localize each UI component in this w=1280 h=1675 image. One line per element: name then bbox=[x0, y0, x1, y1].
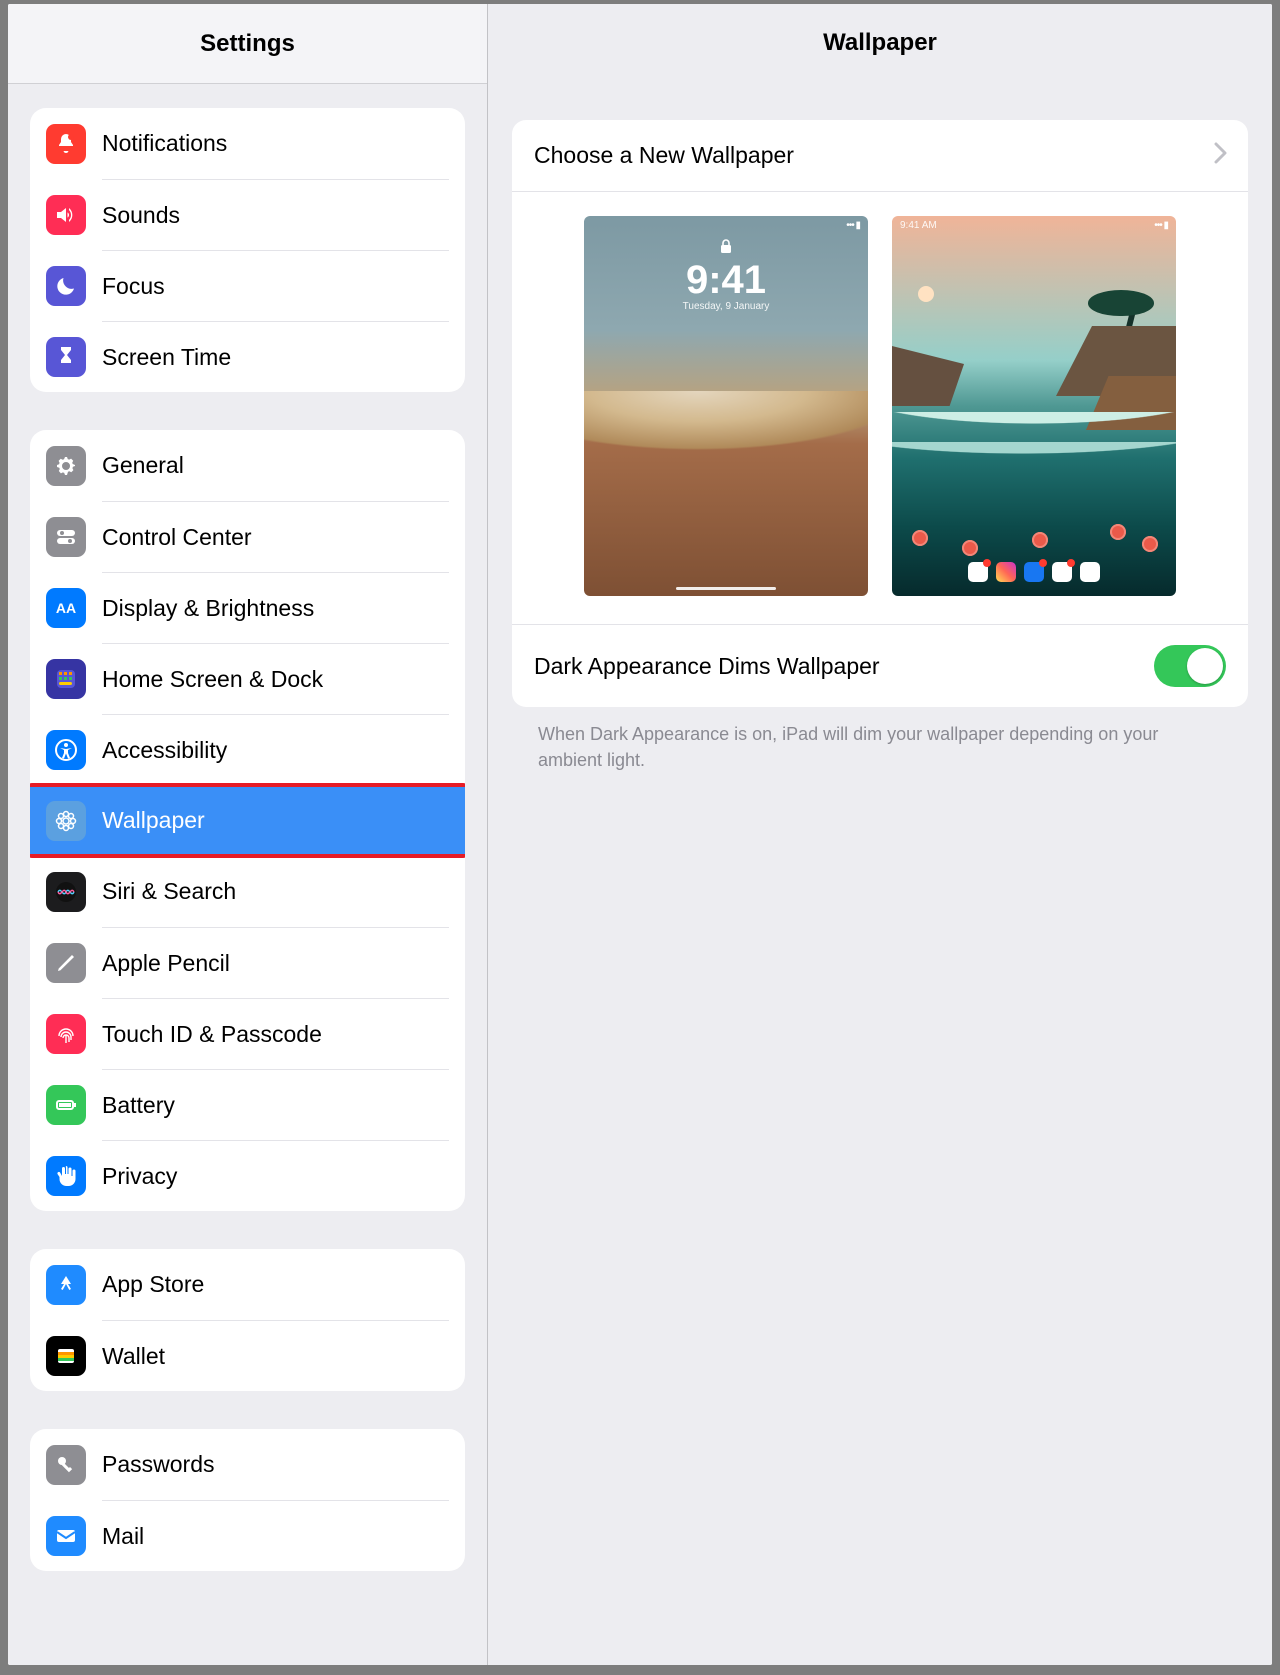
sidebar-item-label: Privacy bbox=[102, 1163, 177, 1190]
app-grid-icon bbox=[46, 659, 86, 699]
sidebar-item-label: Notifications bbox=[102, 130, 227, 157]
wallpaper-detail-pane: Wallpaper Choose a New Wallpaper ••• ▮ bbox=[488, 4, 1272, 1665]
sidebar-item-label: Siri & Search bbox=[102, 878, 236, 905]
wallet-icon bbox=[46, 1336, 86, 1376]
sidebar-item-label: Focus bbox=[102, 273, 165, 300]
sidebar-item-control-center[interactable]: Control Center bbox=[30, 501, 465, 572]
appstore-icon bbox=[46, 1265, 86, 1305]
text-size-icon bbox=[46, 588, 86, 628]
sidebar-item-accessibility[interactable]: Accessibility bbox=[30, 714, 465, 785]
sidebar-item-label: Mail bbox=[102, 1523, 144, 1550]
accessibility-icon bbox=[46, 730, 86, 770]
sidebar-item-label: Sounds bbox=[102, 202, 180, 229]
sidebar-item-focus[interactable]: Focus bbox=[30, 250, 465, 321]
sidebar-item-app-store[interactable]: App Store bbox=[30, 1249, 465, 1320]
sidebar-group: Notifications Sounds Focus Screen Time bbox=[30, 108, 465, 392]
hourglass-icon bbox=[46, 337, 86, 377]
home-screen-preview[interactable]: 9:41 AM ••• ▮ bbox=[892, 216, 1176, 596]
wallpaper-card: Choose a New Wallpaper ••• ▮ 9:41 bbox=[512, 120, 1248, 707]
sidebar-item-wallet[interactable]: Wallet bbox=[30, 1320, 465, 1391]
sidebar-item-battery[interactable]: Battery bbox=[30, 1069, 465, 1140]
dock-icons bbox=[892, 562, 1176, 582]
sidebar-item-sounds[interactable]: Sounds bbox=[30, 179, 465, 250]
moon-icon bbox=[46, 266, 86, 306]
highlight-annotation: Wallpaper bbox=[30, 783, 465, 858]
pencil-icon bbox=[46, 943, 86, 983]
sidebar-item-notifications[interactable]: Notifications bbox=[30, 108, 465, 179]
sidebar-item-general[interactable]: General bbox=[30, 430, 465, 501]
sidebar-item-label: General bbox=[102, 452, 184, 479]
sidebar-item-label: Screen Time bbox=[102, 344, 231, 371]
dark-appearance-note: When Dark Appearance is on, iPad will di… bbox=[512, 707, 1248, 773]
sidebar-item-label: Display & Brightness bbox=[102, 595, 314, 622]
sidebar-item-label: Battery bbox=[102, 1092, 175, 1119]
sidebar-item-label: Accessibility bbox=[102, 737, 227, 764]
sidebar-groups: Notifications Sounds Focus Screen Time Gener… bbox=[8, 84, 487, 1665]
sidebar-title: Settings bbox=[8, 4, 487, 84]
lock-screen-preview[interactable]: ••• ▮ 9:41 Tuesday, 9 January bbox=[584, 216, 868, 596]
chevron-right-icon bbox=[1214, 142, 1228, 169]
status-bar-icon: ••• ▮ bbox=[846, 220, 860, 231]
lock-screen-date: Tuesday, 9 January bbox=[584, 301, 868, 312]
detail-title: Wallpaper bbox=[488, 4, 1272, 82]
speaker-wave-icon bbox=[46, 195, 86, 235]
lock-screen-time: 9:41 bbox=[584, 259, 868, 301]
sidebar-group: Passwords Mail bbox=[30, 1429, 465, 1571]
flower-icon bbox=[46, 801, 86, 841]
fingerprint-icon bbox=[46, 1014, 86, 1054]
sidebar-item-label: Control Center bbox=[102, 524, 252, 551]
sidebar-item-label: Touch ID & Passcode bbox=[102, 1021, 322, 1048]
siri-icon bbox=[46, 872, 86, 912]
hand-raised-icon bbox=[46, 1156, 86, 1196]
bell-badge-icon bbox=[46, 124, 86, 164]
sidebar-item-apple-pencil[interactable]: Apple Pencil bbox=[30, 927, 465, 998]
sidebar-item-privacy[interactable]: Privacy bbox=[30, 1140, 465, 1211]
settings-app-window: Settings Notifications Sounds Focus Screen … bbox=[8, 4, 1272, 1665]
sidebar-group: General Control Center Display & Brightnes… bbox=[30, 430, 465, 1211]
dark-appearance-dims-switch[interactable] bbox=[1154, 645, 1226, 687]
sidebar-item-label: App Store bbox=[102, 1271, 204, 1298]
sidebar-item-label: Wallet bbox=[102, 1343, 165, 1370]
sidebar-item-wallpaper[interactable]: Wallpaper bbox=[30, 787, 465, 854]
key-icon bbox=[46, 1445, 86, 1485]
lock-icon bbox=[584, 238, 868, 259]
sidebar-item-passwords[interactable]: Passwords bbox=[30, 1429, 465, 1500]
dark-appearance-dims-label: Dark Appearance Dims Wallpaper bbox=[534, 653, 880, 680]
status-bar-icon: ••• ▮ bbox=[1154, 220, 1168, 231]
sidebar-item-label: Apple Pencil bbox=[102, 950, 230, 977]
choose-new-wallpaper-label: Choose a New Wallpaper bbox=[534, 142, 794, 169]
sidebar-item-siri-search[interactable]: Siri & Search bbox=[30, 856, 465, 927]
switches-icon bbox=[46, 517, 86, 557]
choose-new-wallpaper-row[interactable]: Choose a New Wallpaper bbox=[512, 120, 1248, 192]
status-time: 9:41 AM bbox=[900, 220, 937, 231]
sidebar-item-display-brightness[interactable]: Display & Brightness bbox=[30, 572, 465, 643]
sidebar-group: App Store Wallet bbox=[30, 1249, 465, 1391]
settings-sidebar: Settings Notifications Sounds Focus Screen … bbox=[8, 4, 488, 1665]
dark-appearance-dims-row: Dark Appearance Dims Wallpaper bbox=[512, 625, 1248, 707]
wallpaper-previews: ••• ▮ 9:41 Tuesday, 9 January 9:41 AM bbox=[512, 192, 1248, 625]
sidebar-item-screen-time[interactable]: Screen Time bbox=[30, 321, 465, 392]
sidebar-item-mail[interactable]: Mail bbox=[30, 1500, 465, 1571]
gear-icon bbox=[46, 446, 86, 486]
sidebar-item-label: Passwords bbox=[102, 1451, 214, 1478]
mail-icon bbox=[46, 1516, 86, 1556]
sidebar-item-label: Wallpaper bbox=[102, 807, 205, 834]
sidebar-item-label: Home Screen & Dock bbox=[102, 666, 323, 693]
sidebar-item-home-screen-dock[interactable]: Home Screen & Dock bbox=[30, 643, 465, 714]
battery-icon bbox=[46, 1085, 86, 1125]
sidebar-item-touch-id-passcode[interactable]: Touch ID & Passcode bbox=[30, 998, 465, 1069]
